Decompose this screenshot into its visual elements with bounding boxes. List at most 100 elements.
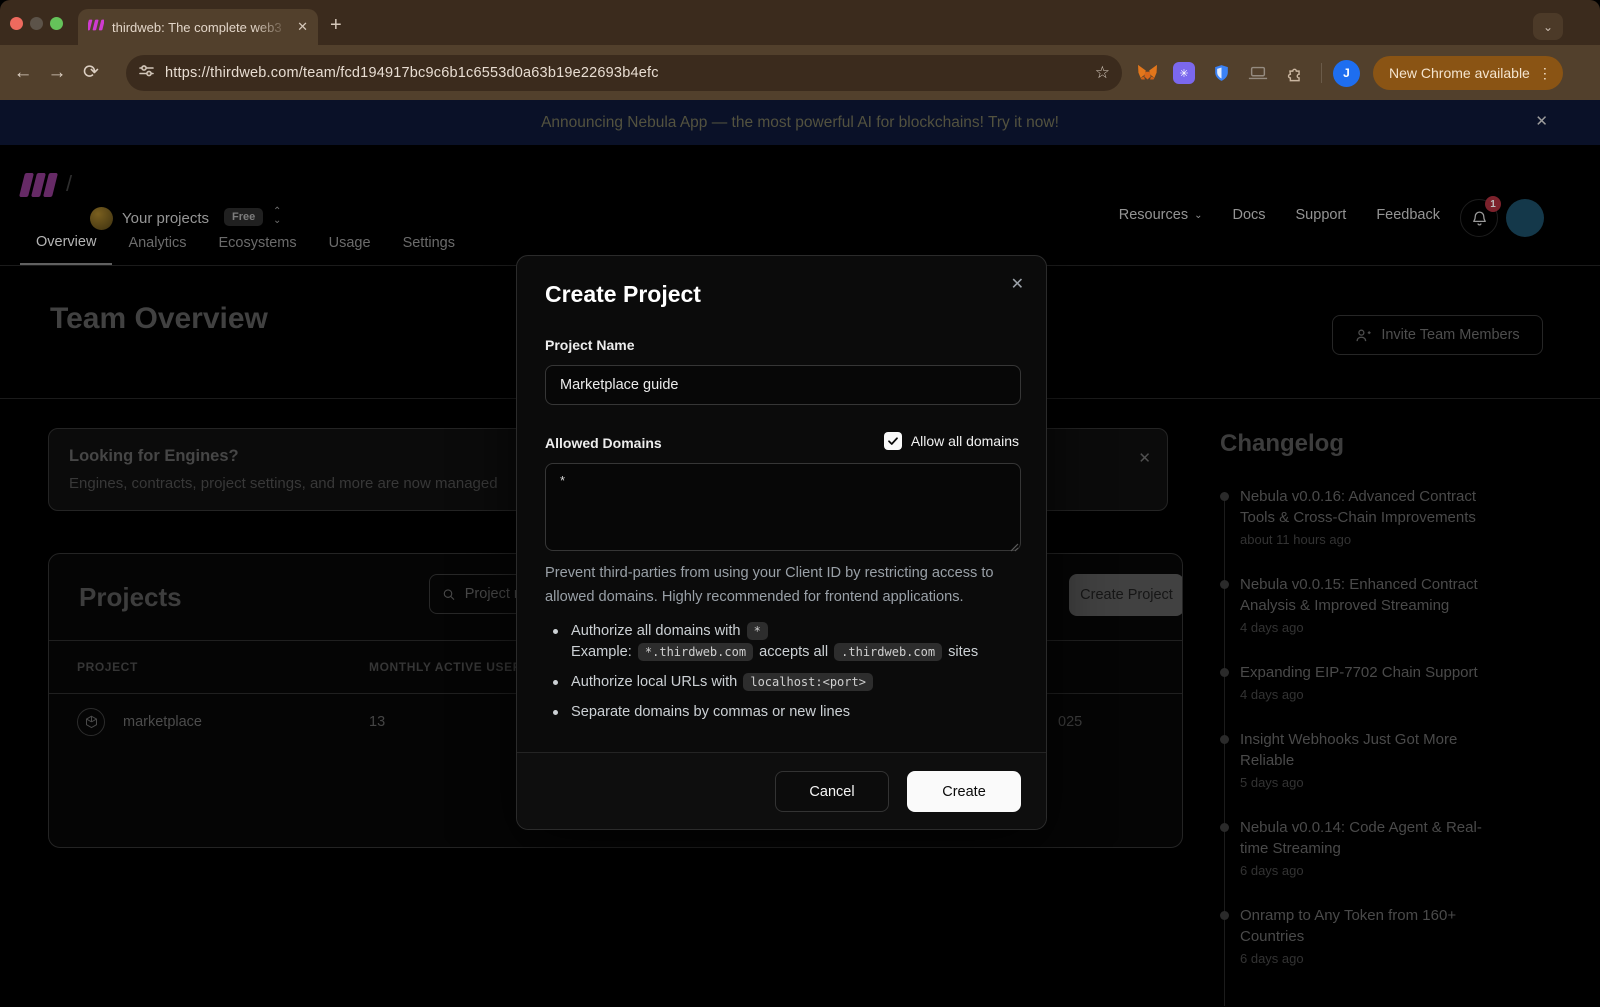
invite-team-members-button[interactable]: Invite Team Members — [1332, 315, 1543, 355]
changelog-list: Nebula v0.0.16: Advanced Contract Tools … — [1220, 486, 1530, 966]
new-tab-button[interactable]: + — [330, 15, 342, 35]
tab-close-icon[interactable]: ✕ — [297, 19, 308, 35]
matched-domain-code-chip: .thirdweb.com — [834, 643, 942, 661]
changelog-item-title[interactable]: Onramp to Any Token from 160+ Countries — [1240, 905, 1508, 947]
address-bar[interactable]: https://thirdweb.com/team/fcd194917bc9c6… — [126, 55, 1122, 91]
announcement-text[interactable]: Announcing Nebula App — the most powerfu… — [541, 114, 1059, 132]
thirdweb-logo-icon[interactable] — [20, 173, 56, 197]
changelog-dot-icon — [1220, 823, 1229, 832]
cancel-button[interactable]: Cancel — [775, 771, 889, 812]
tab-analytics[interactable]: Analytics — [112, 220, 202, 265]
changelog-item[interactable]: Nebula v0.0.15: Enhanced Contract Analys… — [1220, 574, 1508, 635]
snowflake-extension-icon[interactable]: ✳ — [1169, 58, 1199, 88]
dialog-title: Create Project — [545, 281, 701, 308]
allow-all-domains-label[interactable]: Allow all domains — [911, 433, 1019, 449]
column-project: PROJECT — [77, 660, 138, 674]
tab-usage[interactable]: Usage — [313, 220, 387, 265]
forward-icon[interactable]: → — [40, 56, 74, 90]
domains-help-text: Prevent third-parties from using your Cl… — [545, 561, 1025, 609]
bullet-dot-icon — [553, 710, 558, 715]
changelog-item[interactable]: Nebula v0.0.16: Advanced Contract Tools … — [1220, 486, 1508, 547]
team-tabs: Overview Analytics Ecosystems Usage Sett… — [20, 220, 471, 265]
page-title: Team Overview — [50, 302, 268, 336]
site-header: / Your projects Free ⌃⌄ Resources⌄ Docs … — [0, 145, 1600, 225]
help-bullet-localhost: Authorize local URLs with localhost:<por… — [545, 672, 1025, 693]
create-button[interactable]: Create — [907, 771, 1021, 812]
notifications-button[interactable]: 1 — [1460, 199, 1498, 237]
changelog-dot-icon — [1220, 911, 1229, 920]
tab-search-chevron-icon[interactable]: ⌄ — [1533, 13, 1563, 40]
project-cube-icon — [77, 708, 105, 736]
create-project-button[interactable]: Create Project — [1069, 574, 1183, 616]
changelog-item[interactable]: Expanding EIP-7702 Chain Support 4 days … — [1220, 662, 1508, 702]
update-label: New Chrome available — [1389, 65, 1530, 81]
window-close-button[interactable] — [10, 17, 23, 30]
changelog-item-time: about 11 hours ago — [1240, 532, 1508, 547]
changelog-item[interactable]: Nebula v0.0.14: Code Agent & Real-time S… — [1220, 817, 1508, 878]
changelog-item-title[interactable]: Insight Webhooks Just Got More Reliable — [1240, 729, 1508, 771]
nav-support[interactable]: Support — [1296, 207, 1347, 223]
toolbar-divider — [1321, 63, 1322, 83]
changelog-item[interactable]: Insight Webhooks Just Got More Reliable … — [1220, 729, 1508, 790]
chrome-menu-icon[interactable]: ⋮ — [1538, 65, 1553, 82]
allow-all-domains-control[interactable]: Allow all domains — [884, 432, 1019, 450]
engines-card-close-icon[interactable]: ✕ — [1138, 449, 1151, 467]
checkbox-checked-icon[interactable] — [884, 432, 902, 450]
nav-resources[interactable]: Resources⌄ — [1119, 207, 1203, 223]
user-avatar[interactable] — [1506, 199, 1544, 237]
project-name-label: Project Name — [545, 337, 634, 353]
site-nav: Resources⌄ Docs Support Feedback — [1119, 207, 1440, 223]
extensions-puzzle-icon[interactable] — [1280, 58, 1310, 88]
domains-help-bullets: Authorize all domains with * Example: *.… — [545, 621, 1025, 723]
bell-icon — [1471, 210, 1488, 227]
user-plus-icon — [1355, 327, 1372, 344]
changelog-item-title[interactable]: Nebula v0.0.14: Code Agent & Real-time S… — [1240, 817, 1508, 859]
announcement-banner[interactable]: Announcing Nebula App — the most powerfu… — [0, 100, 1600, 145]
banner-close-icon[interactable]: ✕ — [1535, 112, 1548, 130]
breadcrumb-divider: / — [66, 171, 72, 197]
bookmark-star-icon[interactable]: ☆ — [1095, 63, 1110, 83]
help-bullet-separators: Separate domains by commas or new lines — [545, 702, 1025, 723]
bullet-dot-icon — [553, 680, 558, 685]
nav-feedback[interactable]: Feedback — [1376, 207, 1440, 223]
changelog-dot-icon — [1220, 668, 1229, 677]
tab-overview[interactable]: Overview — [20, 220, 112, 265]
allowed-domains-textarea[interactable]: * — [545, 463, 1021, 551]
chrome-profile-avatar[interactable]: J — [1333, 60, 1360, 87]
notification-count-badge: 1 — [1485, 196, 1501, 212]
dialog-close-icon[interactable]: ✕ — [1011, 274, 1024, 294]
changelog-item-time: 4 days ago — [1240, 620, 1508, 635]
domains-help: Prevent third-parties from using your Cl… — [545, 561, 1025, 732]
back-icon[interactable]: ← — [6, 56, 40, 90]
projects-heading: Projects — [79, 582, 182, 613]
search-icon — [442, 587, 456, 602]
example-domain-code-chip: *.thirdweb.com — [638, 643, 753, 661]
browser-window: thirdweb: The complete web3 ✕ + ⌄ ← → ⟳ … — [0, 0, 1600, 1007]
invite-label: Invite Team Members — [1381, 327, 1519, 343]
bullet-dot-icon — [553, 629, 558, 634]
url-text[interactable]: https://thirdweb.com/team/fcd194917bc9c6… — [165, 65, 1085, 81]
shield-extension-icon[interactable] — [1206, 58, 1236, 88]
changelog-item-time: 4 days ago — [1240, 687, 1508, 702]
changelog-dot-icon — [1220, 580, 1229, 589]
browser-tab[interactable]: thirdweb: The complete web3 ✕ — [78, 9, 318, 45]
site-settings-icon[interactable] — [138, 62, 155, 84]
changelog-item[interactable]: Onramp to Any Token from 160+ Countries … — [1220, 905, 1508, 966]
reload-icon[interactable]: ⟳ — [74, 56, 108, 90]
window-minimize-button[interactable] — [30, 17, 43, 30]
engines-card-title: Looking for Engines? — [69, 447, 239, 466]
window-zoom-button[interactable] — [50, 17, 63, 30]
changelog-item-title[interactable]: Nebula v0.0.15: Enhanced Contract Analys… — [1240, 574, 1508, 616]
changelog-item-title[interactable]: Nebula v0.0.16: Advanced Contract Tools … — [1240, 486, 1508, 528]
project-name-input[interactable] — [545, 365, 1021, 405]
changelog-item-title[interactable]: Expanding EIP-7702 Chain Support — [1240, 662, 1508, 683]
tab-settings[interactable]: Settings — [387, 220, 471, 265]
chrome-update-button[interactable]: New Chrome available ⋮ — [1373, 56, 1563, 90]
changelog-heading: Changelog — [1220, 430, 1530, 458]
project-name[interactable]: marketplace — [123, 714, 202, 730]
nav-docs[interactable]: Docs — [1232, 207, 1265, 223]
metamask-extension-icon[interactable] — [1132, 58, 1162, 88]
thirdweb-favicon-icon — [88, 18, 104, 36]
laptop-extension-icon[interactable] — [1243, 58, 1273, 88]
tab-ecosystems[interactable]: Ecosystems — [202, 220, 312, 265]
